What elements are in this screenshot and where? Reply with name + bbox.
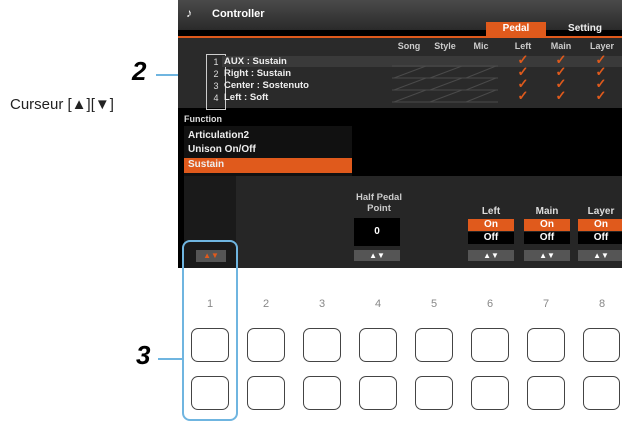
button-number-8: 8	[598, 298, 606, 310]
switch-layer-off[interactable]: Off	[578, 232, 622, 244]
lower-button-7[interactable]	[527, 376, 565, 410]
row-label-left-soft[interactable]: Left : Soft	[224, 92, 268, 103]
switch-layer-on[interactable]: On	[578, 219, 622, 231]
check-icon[interactable]: ✓	[546, 88, 576, 104]
row-number: 3	[213, 81, 219, 91]
lower-button-5[interactable]	[415, 376, 453, 410]
function-item-sustain[interactable]: Sustain	[188, 159, 224, 170]
check-icon[interactable]: ✓	[508, 88, 538, 104]
callout-2: 2	[132, 56, 147, 86]
switch-left-off[interactable]: Off	[468, 232, 514, 244]
half-pedal-value[interactable]: 0	[354, 218, 400, 246]
switch-label-left: Left	[481, 206, 501, 217]
half-pedal-arrows[interactable]: ▲▼	[354, 250, 400, 261]
lower-button-1[interactable]	[191, 376, 229, 410]
half-pedal-label-line1: Half Pedal	[356, 192, 402, 203]
switch-layer-arrows[interactable]: ▲▼	[578, 250, 622, 261]
function-item-unison[interactable]: Unison On/Off	[188, 144, 256, 155]
disabled-cells	[392, 65, 498, 103]
lower-button-8[interactable]	[583, 376, 620, 410]
row-label-aux-sustain[interactable]: AUX : Sustain	[224, 56, 287, 67]
switch-left-on[interactable]: On	[468, 219, 514, 231]
col-header-mic: Mic	[473, 41, 489, 51]
lower-button-2[interactable]	[247, 376, 285, 410]
row-number: 1	[213, 57, 219, 67]
button-number-1: 1	[206, 298, 214, 310]
row-label-right-sustain[interactable]: Right : Sustain	[224, 68, 291, 79]
cursor-label: Curseur [▲][▼]	[10, 96, 114, 113]
upper-button-4[interactable]	[359, 328, 397, 362]
upper-button-7[interactable]	[527, 328, 565, 362]
function-label: Function	[184, 114, 222, 124]
button-number-6: 6	[486, 298, 494, 310]
button-number-7: 7	[542, 298, 550, 310]
col-header-style: Style	[434, 41, 456, 51]
upper-button-5[interactable]	[415, 328, 453, 362]
page-title: Controller	[212, 8, 265, 20]
col-header-left: Left	[514, 41, 532, 51]
tab-setting[interactable]: Setting	[548, 22, 622, 36]
switch-label-layer: Layer	[587, 206, 615, 217]
half-pedal-label-line2: Point	[367, 203, 391, 214]
upper-button-6[interactable]	[471, 328, 509, 362]
button-number-4: 4	[374, 298, 382, 310]
col-header-layer: Layer	[589, 41, 615, 51]
controller-icon: ♪	[186, 6, 192, 20]
switch-main-on[interactable]: On	[524, 219, 570, 231]
tab-pedal[interactable]: Pedal	[486, 22, 546, 36]
callout-2-line	[156, 74, 178, 76]
lower-button-3[interactable]	[303, 376, 341, 410]
upper-button-1[interactable]	[191, 328, 229, 362]
switch-label-main: Main	[535, 206, 559, 217]
check-icon[interactable]: ✓	[586, 88, 616, 104]
function-item-articulation2[interactable]: Articulation2	[188, 130, 249, 141]
col-header-main: Main	[550, 41, 572, 51]
upper-button-2[interactable]	[247, 328, 285, 362]
row-number: 2	[213, 69, 219, 79]
upper-button-3[interactable]	[303, 328, 341, 362]
lower-button-4[interactable]	[359, 376, 397, 410]
button-number-5: 5	[430, 298, 438, 310]
callout-3-line	[158, 358, 184, 360]
col-header-song: Song	[397, 41, 421, 51]
upper-button-8[interactable]	[583, 328, 620, 362]
lcd-screen: ♪ Controller Pedal Setting Song Style Mi…	[178, 0, 622, 268]
switch-main-off[interactable]: Off	[524, 232, 570, 244]
switch-main-arrows[interactable]: ▲▼	[524, 250, 570, 261]
row-number: 4	[213, 93, 219, 103]
switch-left-arrows[interactable]: ▲▼	[468, 250, 514, 261]
button-number-2: 2	[262, 298, 270, 310]
half-pedal-label: Half Pedal Point	[348, 192, 410, 214]
lower-button-6[interactable]	[471, 376, 509, 410]
row-label-center-sostenuto[interactable]: Center : Sostenuto	[224, 80, 309, 91]
button-number-3: 3	[318, 298, 326, 310]
callout-3: 3	[136, 340, 151, 370]
